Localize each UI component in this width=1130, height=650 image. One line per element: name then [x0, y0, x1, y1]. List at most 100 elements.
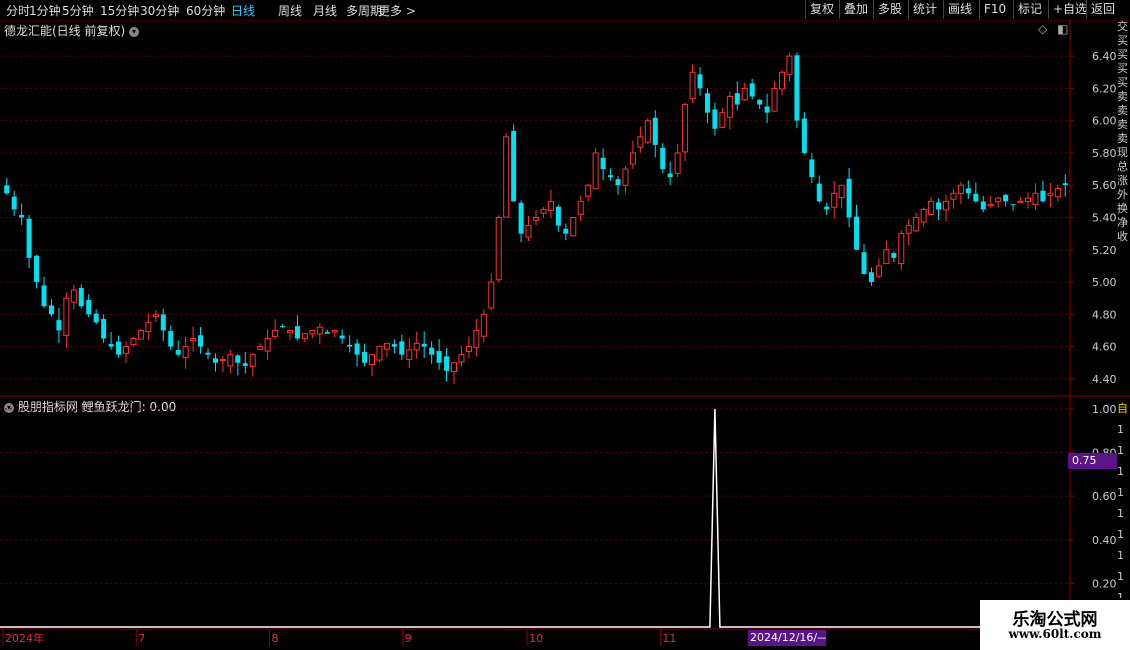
side-quote-char: 净	[1117, 216, 1128, 229]
candle-body-up	[585, 184, 592, 197]
candle-body-down	[11, 196, 17, 210]
y-tick-label: 6.20	[1092, 82, 1117, 95]
candle-body-up	[473, 329, 480, 348]
x-tick-label: 11	[662, 632, 676, 645]
candle-body-down	[824, 206, 830, 210]
y-tick-label: 5.40	[1092, 212, 1117, 225]
candle-body-up	[838, 184, 845, 199]
candle-body-down	[436, 350, 442, 363]
y-tick-label: 5.20	[1092, 244, 1117, 257]
y-tick-label: 4.40	[1092, 373, 1117, 386]
candle-body-up	[689, 71, 696, 100]
candle-body-up	[786, 55, 793, 76]
side-quote-panel: 交买买买买卖卖卖卖现总涨外换净收	[1117, 20, 1130, 395]
side-quote-char: 买	[1117, 48, 1128, 61]
candle-body-down	[854, 216, 860, 250]
candle-body-down	[205, 352, 211, 355]
candle-body-down	[1003, 194, 1009, 202]
candle-body-down	[362, 351, 368, 363]
side-quote-char: 卖	[1117, 90, 1128, 103]
candle-body-down	[41, 285, 47, 307]
candle-body-up	[570, 217, 577, 237]
side-quote-panel-lower: 自 1 1 1 1 1 1 1 1 1	[1117, 398, 1130, 598]
candle-body-down	[749, 83, 755, 97]
candle-body-down	[421, 343, 427, 347]
side-quote-char: 自	[1117, 402, 1128, 415]
candle-body-down	[168, 331, 174, 347]
candle-body-up	[741, 87, 748, 101]
candle-body-down	[26, 218, 32, 258]
candle-body-up	[1032, 192, 1039, 205]
candle-body-up	[875, 265, 882, 277]
candle-body-up	[674, 152, 681, 174]
y-tick-label: 5.00	[1092, 276, 1117, 289]
y-tick-label: 4.80	[1092, 308, 1117, 321]
candle-body-down	[108, 343, 114, 347]
candle-body-down	[980, 201, 986, 210]
candle-body-down	[764, 106, 770, 113]
candle-body-down	[93, 313, 99, 323]
candle-body-up	[577, 200, 584, 215]
candle-body-down	[809, 159, 815, 178]
side-quote-char: 总	[1117, 160, 1128, 173]
candle-body-down	[973, 193, 979, 202]
side-quote-char: 买	[1117, 76, 1128, 89]
candle-body-up	[413, 342, 420, 351]
y-tick-label: 5.80	[1092, 147, 1117, 160]
crosshair-date-badge: 2024/12/16/—	[748, 630, 826, 646]
candle-body-down	[518, 202, 524, 234]
candle-body-up	[480, 313, 487, 337]
y-tick-label: 0.20	[1092, 577, 1117, 590]
candle-body-up	[540, 208, 547, 214]
candle-body-down	[1062, 183, 1068, 186]
candle-body-up	[383, 342, 390, 350]
side-quote-char: 买	[1117, 34, 1128, 47]
x-tick-label: 10	[529, 632, 543, 645]
candle-body-down	[563, 228, 569, 234]
candle-body-up	[227, 354, 234, 367]
candle-body-down	[160, 314, 166, 331]
signal-line	[0, 408, 1070, 628]
candle-body-up	[533, 217, 539, 221]
candle-body-up	[451, 362, 457, 373]
candle-body-up	[898, 233, 905, 265]
candle-body-up	[995, 197, 1002, 203]
candle-body-down	[712, 109, 718, 129]
chart-area[interactable]: 6.40 6.20 6.00 5.80 5.60 5.40 5.20 5.00 4.80 4.60…	[0, 0, 1130, 650]
candle-body-down	[511, 130, 517, 202]
candle-body-up	[831, 192, 838, 208]
candle-body-down	[734, 93, 740, 105]
candle-body-up	[182, 346, 189, 359]
candle-body-down	[86, 299, 92, 315]
side-quote-char: 收	[1117, 230, 1128, 243]
candle-body-up	[272, 329, 279, 337]
candle-body-up	[987, 204, 994, 207]
candle-body-down	[1040, 190, 1046, 202]
y-tick-label: 6.00	[1092, 115, 1117, 128]
candle-body-up	[257, 346, 264, 351]
candle-body-up	[309, 329, 316, 335]
candle-body-up	[592, 152, 599, 190]
side-quote-char: 1	[1117, 528, 1124, 541]
candle-body-down	[816, 183, 822, 202]
candle-body-up	[622, 168, 629, 186]
candle-body-up	[547, 200, 554, 212]
candle-body-up	[629, 152, 636, 165]
side-quote-char: 1	[1117, 465, 1124, 478]
candle-body-down	[608, 175, 614, 178]
candle-body-down	[801, 118, 807, 153]
candle-body-up	[943, 200, 949, 211]
candle-body-up	[190, 338, 197, 342]
candle-body-up	[70, 289, 77, 303]
candle-body-up	[130, 338, 137, 346]
candle-body-down	[794, 55, 800, 121]
y-tick-label: 1.00	[1092, 403, 1117, 416]
candle-body-up	[316, 326, 323, 335]
candle-body-up	[376, 346, 383, 361]
candle-body-up	[137, 329, 144, 340]
crosshair-value-badge: 0.75	[1068, 453, 1117, 469]
side-quote-char: 1	[1117, 591, 1124, 598]
candle-body-up	[406, 349, 413, 361]
candle-body-down	[429, 347, 435, 355]
candle-body-up	[644, 120, 651, 143]
